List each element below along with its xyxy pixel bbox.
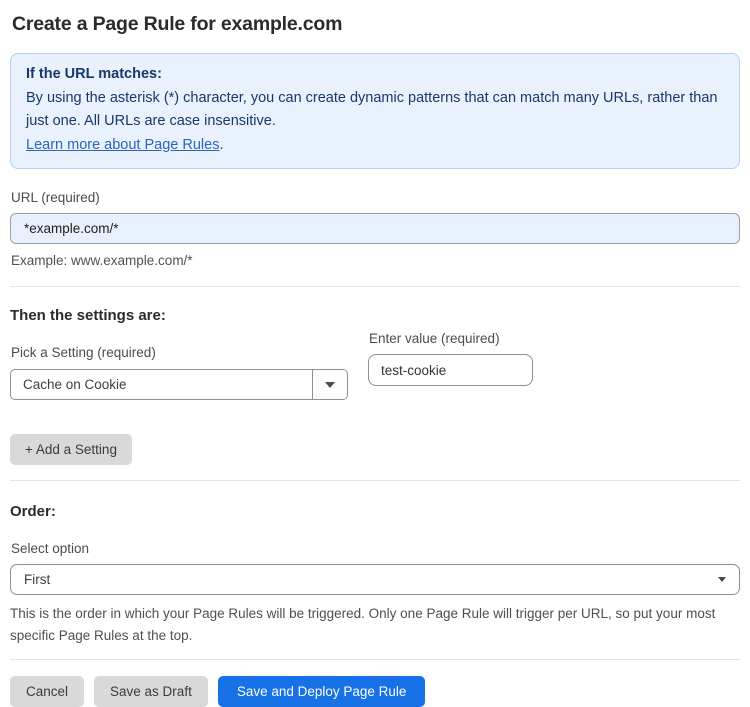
add-setting-button[interactable]: + Add a Setting [10,434,132,465]
learn-more-link[interactable]: Learn more about Page Rules [26,137,219,153]
order-description: This is the order in which your Page Rul… [10,606,716,643]
link-period: . [219,136,224,153]
url-label: URL (required) [11,190,100,205]
setting-value-column: Enter value (required) [368,324,533,386]
order-select-label: Select option [11,541,90,556]
page-rule-form: Create a Page Rule for example.com If th… [0,0,750,707]
divider [10,659,740,660]
setting-value-input[interactable] [368,354,533,386]
page-title: Create a Page Rule for example.com [12,13,343,35]
form-actions: Cancel Save as Draft Save and Deploy Pag… [10,676,740,707]
url-match-info-box: If the URL matches: By using the asteris… [10,53,740,169]
save-and-deploy-button[interactable]: Save and Deploy Page Rule [217,676,426,707]
setting-dropdown-value: Cache on Cookie [23,377,127,392]
settings-heading: Then the settings are: [10,307,166,324]
setting-dropdown[interactable]: Cache on Cookie [10,369,348,400]
order-select-value: First [24,572,51,587]
save-as-draft-button[interactable]: Save as Draft [94,676,208,707]
caret-down-icon [325,381,335,388]
settings-row: Pick a Setting (required) Cache on Cooki… [10,324,740,400]
order-select[interactable]: First [10,564,740,595]
divider [10,286,740,287]
order-heading: Order: [10,503,56,520]
info-box-link-line: Learn more about Page Rules. [26,134,724,158]
info-box-heading: If the URL matches: [26,66,162,82]
url-input[interactable] [10,213,740,244]
setting-label: Pick a Setting (required) [11,345,156,360]
setting-dropdown-arrow-button[interactable] [312,370,347,399]
url-hint: Example: www.example.com/* [11,253,193,268]
value-label: Enter value (required) [369,331,500,346]
setting-picker-column: Pick a Setting (required) Cache on Cooki… [10,324,348,400]
info-box-body: By using the asterisk (*) character, you… [26,89,718,130]
cancel-button[interactable]: Cancel [10,676,85,707]
caret-down-icon [718,577,726,582]
divider [10,480,740,481]
